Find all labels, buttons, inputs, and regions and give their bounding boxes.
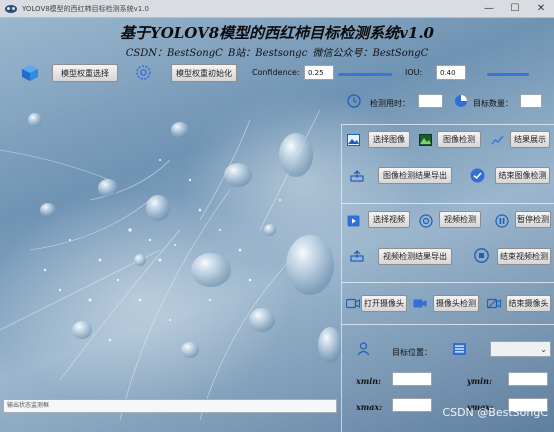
stop-icon <box>474 248 489 263</box>
target-position-label: 目标位置： <box>392 348 432 357</box>
list-icon <box>453 343 466 355</box>
model-weight-select-button[interactable]: 模型权重选择 <box>52 64 118 82</box>
detect-time-field <box>418 94 443 108</box>
open-camera-button[interactable]: 打开摄像头 <box>361 295 407 312</box>
select-image-button[interactable]: 选择图像 <box>368 131 410 148</box>
chart-icon <box>491 135 504 145</box>
window-titlebar: YOLOV8模型的西红柿目标检测系统v1.0 — ☐ ✕ <box>0 0 554 18</box>
detect-time-label: 检测用时： <box>370 99 410 108</box>
user-icon <box>357 342 370 356</box>
detect-image-button[interactable]: 图像检测 <box>437 131 481 148</box>
target-icon <box>419 214 433 228</box>
maximize-button[interactable]: ☐ <box>502 0 528 18</box>
iou-spinbox[interactable]: 0.40 <box>436 65 466 80</box>
xmin-label: xmin: <box>356 376 382 386</box>
check-circle-icon <box>470 168 485 183</box>
status-output-box[interactable]: 输出状态监测框 <box>3 399 337 413</box>
image-section-divider <box>342 124 554 125</box>
pie-chart-icon <box>455 95 467 107</box>
xmax-label: xmax: <box>356 402 383 412</box>
select-video-button[interactable]: 选择视频 <box>368 211 410 228</box>
chevron-down-icon: ⌄ <box>540 345 547 354</box>
show-result-button[interactable]: 结果展示 <box>510 131 550 148</box>
stop-video-detect-button[interactable]: 结束视频检测 <box>497 248 551 265</box>
image-icon <box>347 134 360 146</box>
xmax-field <box>392 398 432 412</box>
pause-detect-button[interactable]: 暂停检测 <box>515 211 551 228</box>
target-section-divider <box>342 324 554 325</box>
export-video-result-button[interactable]: 视频检测结果导出 <box>378 248 452 265</box>
ymin-field <box>508 372 548 386</box>
stop-image-detect-button[interactable]: 结束图像检测 <box>495 167 550 184</box>
window-controls: — ☐ ✕ <box>476 0 554 18</box>
ymin-label: ymin: <box>467 376 492 386</box>
clock-icon <box>347 94 361 108</box>
xmin-field <box>392 372 432 386</box>
video-section-divider <box>342 203 554 204</box>
export-icon <box>350 170 364 182</box>
page-title: 基于YOLOV8模型的西红柿目标检测系统v1.0 <box>119 24 434 42</box>
camera-detect-icon <box>413 299 427 308</box>
close-camera-icon <box>487 298 501 309</box>
target-count-label: 目标数量： <box>473 99 513 108</box>
image-detect-icon <box>419 134 432 146</box>
detect-video-button[interactable]: 视频检测 <box>439 211 481 228</box>
minimize-button[interactable]: — <box>476 0 502 18</box>
confidence-label: Confidence: <box>252 68 300 77</box>
close-camera-button[interactable]: 结束摄像头 <box>506 295 551 312</box>
model-weight-init-button[interactable]: 模型权重初始化 <box>171 64 237 82</box>
pause-icon <box>495 214 509 228</box>
export-video-icon <box>350 250 364 262</box>
watermark-text: CSDN @BestSongC <box>442 406 548 419</box>
camera-icon <box>346 298 360 309</box>
gear-icon[interactable] <box>135 64 152 81</box>
iou-slider[interactable] <box>487 69 529 79</box>
main-content: 基于YOLOV8模型的西红柿目标检测系统v1.0 CSDN：BestSongC … <box>0 18 554 432</box>
confidence-slider[interactable] <box>338 69 392 79</box>
close-button[interactable]: ✕ <box>528 0 554 18</box>
detect-camera-button[interactable]: 摄像头检测 <box>433 295 479 312</box>
export-image-result-button[interactable]: 图像检测结果导出 <box>378 167 452 184</box>
panel-divider <box>341 124 342 432</box>
window-title: YOLOV8模型的西红柿目标检测系统v1.0 <box>22 4 149 13</box>
target-select-dropdown[interactable]: ⌄ <box>490 341 551 357</box>
target-count-field <box>520 94 542 108</box>
video-icon <box>347 215 360 227</box>
camera-section-divider <box>342 282 554 283</box>
cube-icon[interactable] <box>21 64 39 82</box>
confidence-spinbox[interactable]: 0.25 <box>304 65 334 80</box>
page-subtitle: CSDN：BestSongC B站：Bestsongc 微信公众号：BestSo… <box>125 48 429 59</box>
app-logo-icon <box>5 4 17 13</box>
iou-label: IOU: <box>405 68 423 77</box>
